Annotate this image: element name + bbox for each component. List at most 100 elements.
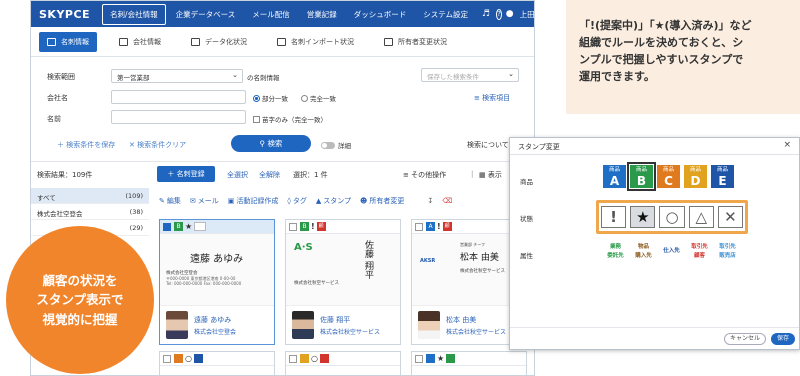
- product-stamp-a[interactable]: 商品 A: [602, 164, 627, 189]
- tab-data-status[interactable]: データ化状況: [183, 32, 255, 52]
- bell-icon[interactable]: ♬: [482, 9, 490, 19]
- cancel-button[interactable]: キャンセル: [724, 333, 766, 345]
- company-label: 会社名: [47, 94, 68, 102]
- deselect-all-link[interactable]: 全解除: [259, 170, 280, 180]
- supplier-stamp: [193, 354, 203, 363]
- mail-action[interactable]: ✉ メール: [190, 196, 219, 206]
- top-nav: SKYPCE 名刺/会社情報 企業データベース メール配信 営業記録 ダッシュボ…: [31, 1, 534, 27]
- tab-card-info[interactable]: 名刺情報: [39, 31, 97, 52]
- callout-line: 運用できます。: [579, 70, 655, 84]
- download-icon[interactable]: ↧: [427, 197, 433, 205]
- save-condition-link[interactable]: ＋ 検索条件を保存: [57, 140, 115, 150]
- star-stamp-button[interactable]: ★: [630, 206, 656, 228]
- attr-stamp-customer[interactable]: 取引先 顧客: [686, 242, 713, 262]
- card-image: 遠藤 あゆみ 株式会社空登会 〒000-0000 東京都港区港南 0-00-00…: [160, 234, 274, 306]
- user-name[interactable]: 上田 大樹 ▾: [520, 9, 534, 20]
- edit-action[interactable]: ✎ 編集: [159, 196, 181, 206]
- building-icon: [119, 37, 128, 46]
- product-stamp: B: [174, 222, 183, 231]
- card-checkbox[interactable]: [289, 354, 297, 363]
- card-checkbox[interactable]: [163, 222, 171, 231]
- card-checkbox[interactable]: [289, 222, 297, 231]
- product-stamp-e[interactable]: 商品 E: [710, 164, 735, 189]
- triangle-stamp-button[interactable]: △: [688, 206, 714, 228]
- person-company: 株式会社空登会: [194, 328, 237, 336]
- attr-stamp-reseller[interactable]: 取引先 販売店: [714, 242, 741, 262]
- tab-label: 会社情報: [133, 37, 161, 46]
- nav-item-company-db[interactable]: 企業データベース: [169, 5, 243, 24]
- nav-item-cards[interactable]: 名刺/会社情報: [102, 3, 166, 25]
- sidebar-item-count: (29): [129, 224, 143, 232]
- business-card[interactable]: ★: [411, 351, 527, 375]
- saved-search-placeholder: 保存した検索条件: [427, 73, 479, 81]
- card-checkbox[interactable]: [415, 354, 423, 363]
- circle-stamp-button[interactable]: ○: [659, 206, 685, 228]
- card-stamps: B ★: [160, 220, 274, 234]
- name-input[interactable]: [111, 110, 246, 124]
- mail-icon: ✉: [189, 197, 196, 205]
- owner-change-action[interactable]: ☻ 所有者変更: [360, 196, 404, 206]
- nav-item-sales-record[interactable]: 営業記録: [300, 5, 344, 24]
- scope-select[interactable]: 第一営業部 ⌄: [111, 69, 243, 83]
- chevron-down-icon: ⌄: [508, 70, 514, 78]
- pencil-icon: ✎: [159, 197, 165, 205]
- exclamation-stamp-button[interactable]: !: [601, 206, 627, 228]
- help-icon[interactable]: ?: [496, 8, 502, 20]
- user-icon[interactable]: ●: [506, 9, 514, 19]
- attr-stamp-outsource[interactable]: 業務 委託先: [602, 242, 629, 262]
- tag-action[interactable]: ◊ タグ: [287, 196, 306, 206]
- sidebar-item-company[interactable]: 株式会社空登会 (38): [31, 204, 149, 220]
- exclamation-icon: !: [311, 222, 315, 231]
- empty-stamp-slot: [194, 222, 207, 231]
- business-card[interactable]: B ! 顧 A∙S 佐藤 翔平 株式会社秋空サービス 佐藤 翔平 株式会社秋空サ…: [285, 219, 401, 345]
- tab-owner-change[interactable]: 所有者変更状況: [376, 32, 455, 52]
- tab-label: 名刺情報: [61, 37, 89, 46]
- activity-action[interactable]: ▣ 活動記録作成: [228, 196, 279, 206]
- tab-company-info[interactable]: 会社情報: [111, 32, 169, 52]
- card-small-line: Tel: 000-000-0000 Fax: 000-000-0000: [166, 281, 242, 286]
- explanation-callout: 「!(提案中)」「★(導入済み)」など 組織でルールを決めておくと、シ ンプルで…: [566, 0, 800, 114]
- tab-import-status[interactable]: 名刺インポート状況: [269, 32, 362, 52]
- result-count: 検索結果：109件: [37, 171, 93, 179]
- trash-icon[interactable]: ⌫: [442, 197, 452, 205]
- attr-stamp-supplier[interactable]: 仕入先: [658, 242, 685, 262]
- business-card[interactable]: B ★ 遠藤 あゆみ 株式会社空登会 〒000-0000 東京都港区港南 0-0…: [159, 219, 275, 345]
- saved-search-select[interactable]: 保存した検索条件 ⌄: [421, 68, 519, 82]
- register-card-button[interactable]: ＋ 名刺登録: [157, 166, 215, 182]
- save-button[interactable]: 保存: [771, 333, 795, 345]
- search-items-link[interactable]: ≡ 検索項目: [474, 93, 510, 103]
- card-stamps: B ! 顧: [286, 220, 400, 234]
- product-stamp-d[interactable]: 商品 D: [683, 164, 708, 189]
- business-card[interactable]: ○: [285, 351, 401, 375]
- partial-match-radio[interactable]: 部分一致: [253, 93, 288, 103]
- detail-toggle[interactable]: 詳細: [321, 140, 351, 150]
- company-input[interactable]: [111, 90, 246, 104]
- stamp-action[interactable]: ▲ スタンプ: [316, 196, 351, 206]
- attr-stamp-purchase[interactable]: 物品 購入先: [630, 242, 657, 262]
- nav-item-dashboard[interactable]: ダッシュボード: [347, 5, 414, 24]
- search-button[interactable]: ⚲ 検索: [231, 135, 311, 152]
- surname-only-checkbox[interactable]: 苗字のみ（完全一致）: [253, 114, 327, 124]
- nav-item-mail[interactable]: メール配信: [245, 5, 297, 24]
- sidebar-item-count: (38): [129, 208, 143, 216]
- exact-match-radio[interactable]: 完全一致: [301, 93, 336, 103]
- scope-suffix: の名刺情報: [247, 74, 280, 82]
- nav-item-settings[interactable]: システム設定: [416, 5, 475, 24]
- close-icon[interactable]: ×: [783, 140, 791, 150]
- card-checkbox[interactable]: [163, 354, 171, 363]
- sidebar-item-all[interactable]: すべて (109): [31, 188, 149, 204]
- cross-stamp-button[interactable]: ✕: [717, 206, 744, 228]
- dialog-title-bar: スタンプ変更 ×: [510, 138, 799, 155]
- card-logo: AKSR: [420, 258, 436, 264]
- display-menu[interactable]: ▦ 表示: [479, 170, 502, 180]
- select-all-link[interactable]: 全選択: [227, 170, 248, 180]
- card-checkbox[interactable]: [415, 222, 423, 231]
- product-stamp-b[interactable]: 商品 B: [627, 162, 656, 191]
- product-stamp-c[interactable]: 商品 C: [656, 164, 681, 189]
- other-ops-menu[interactable]: ≡ その他操作: [403, 170, 446, 180]
- person-company: 株式会社秋空サービス: [320, 328, 381, 336]
- clear-condition-link[interactable]: ✕ 検索条件クリア: [129, 140, 186, 150]
- import-icon: [277, 37, 286, 46]
- business-card[interactable]: ○: [159, 351, 275, 375]
- selected-count: 選択：1 件: [293, 171, 328, 179]
